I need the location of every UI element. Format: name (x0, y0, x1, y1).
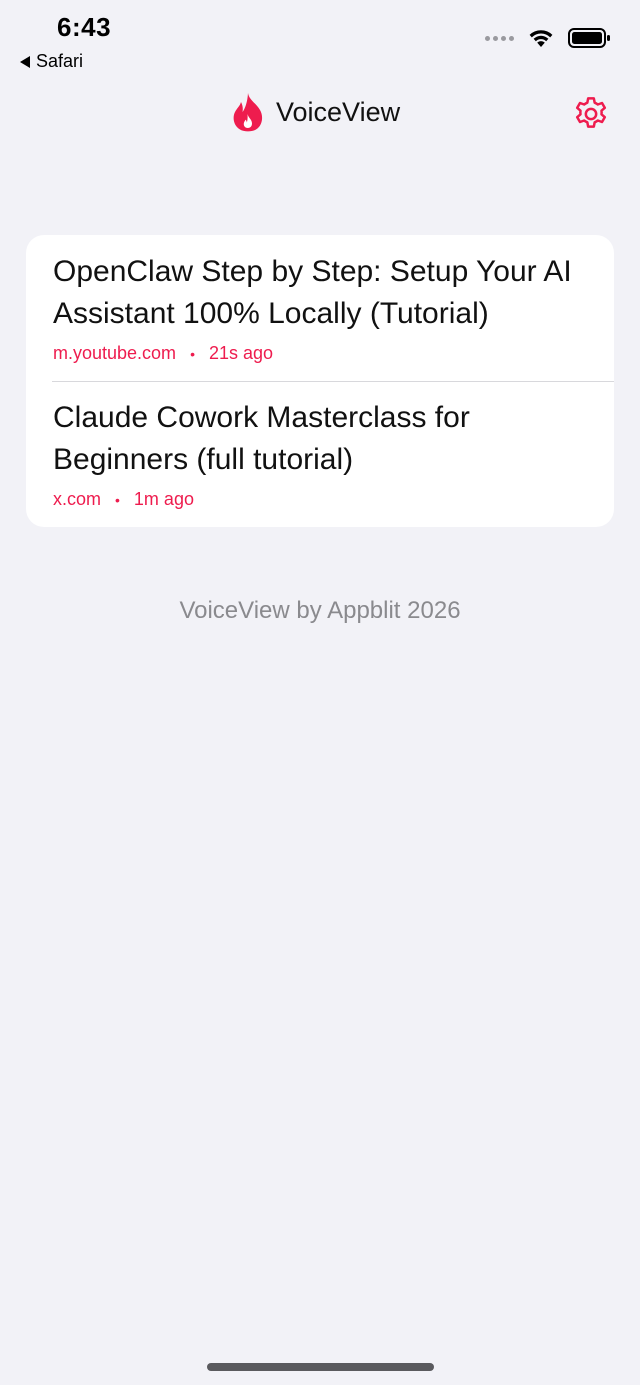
back-to-app-button[interactable]: Safari (20, 51, 83, 72)
app-title: VoiceView (276, 96, 401, 127)
home-indicator[interactable] (207, 1363, 434, 1371)
item-meta: m.youtube.com • 21s ago (53, 343, 582, 364)
item-title: Claude Cowork Masterclass for Beginners … (53, 401, 470, 476)
status-time: 6:43 (57, 12, 112, 42)
back-triangle-icon (20, 55, 30, 68)
settings-button[interactable] (570, 93, 612, 135)
app-screen: 6:43 Safari VoiceView OpenClaw Step by S… (0, 0, 640, 1385)
cellular-signal-icon (485, 35, 514, 41)
footer-credit: VoiceView by Appblit 2026 (179, 597, 461, 624)
meta-separator: • (115, 491, 120, 508)
item-time-ago: 1m ago (133, 489, 194, 509)
list-divider (52, 381, 614, 382)
flame-logo-icon (233, 93, 263, 132)
status-indicators (485, 28, 610, 48)
battery-icon (568, 28, 610, 48)
item-source: m.youtube.com (53, 343, 177, 363)
back-app-label: Safari (36, 51, 84, 71)
list-item[interactable]: OpenClaw Step by Step: Setup Your AI Ass… (26, 251, 614, 381)
gear-icon (575, 97, 607, 128)
list-item[interactable]: Claude Cowork Masterclass for Beginners … (26, 397, 614, 527)
item-time-ago: 21s ago (208, 343, 274, 363)
item-title: OpenClaw Step by Step: Setup Your AI Ass… (53, 255, 572, 330)
item-source: x.com (53, 489, 102, 509)
wifi-icon (529, 30, 553, 47)
item-meta: x.com • 1m ago (53, 489, 582, 510)
app-brand: VoiceView (232, 92, 400, 132)
history-list: OpenClaw Step by Step: Setup Your AI Ass… (26, 235, 614, 527)
meta-separator: • (190, 345, 195, 362)
